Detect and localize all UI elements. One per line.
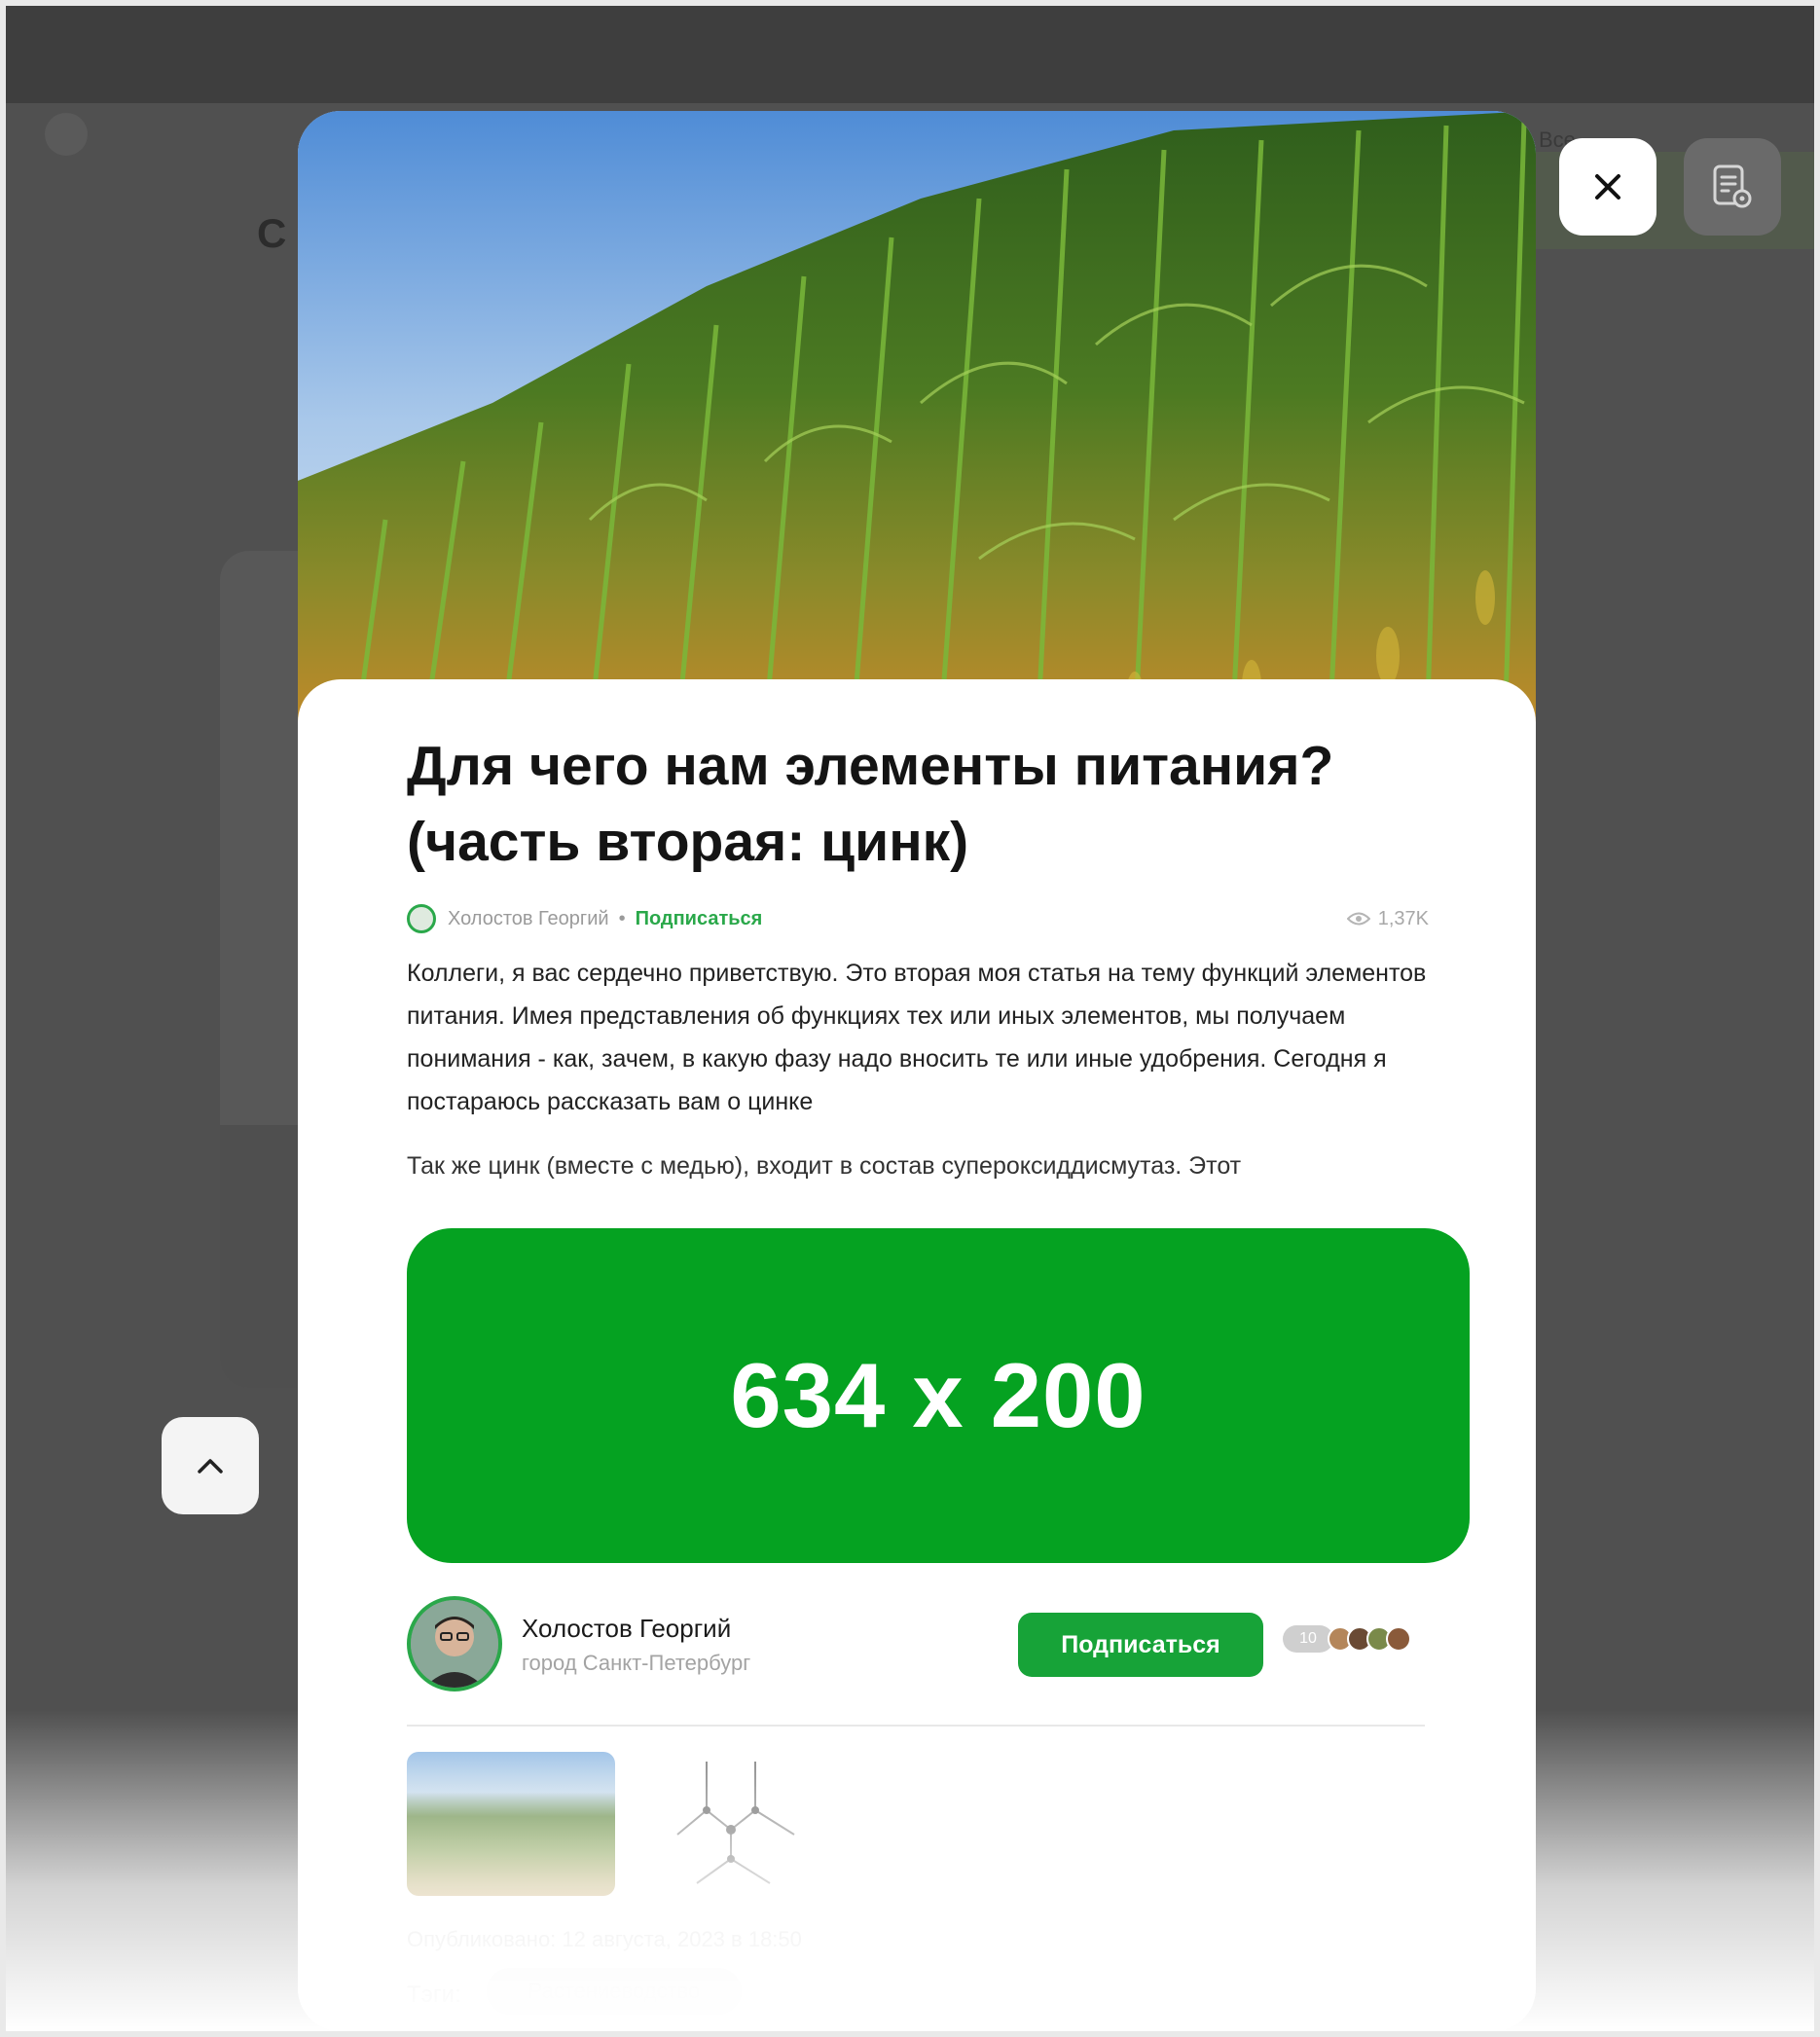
corn-field-illustration — [298, 111, 1536, 734]
subscribe-link[interactable]: Подписаться — [636, 908, 763, 930]
author-name[interactable]: Холостов Георгий — [522, 1614, 731, 1644]
gallery-thumb-corn[interactable] — [407, 1752, 615, 1896]
article-content: Для чего нам элементы питания? (часть вт… — [298, 679, 1536, 2031]
published-date: Опубликовано: 12 августа, 2023 в 18:50 — [407, 1927, 802, 1951]
author-photo-icon — [411, 1600, 498, 1688]
background-title: С — [257, 210, 287, 256]
subscribers[interactable]: 10 — [1283, 1625, 1411, 1653]
eye-icon — [1346, 912, 1370, 926]
author-city: город Санкт-Петербург — [522, 1651, 751, 1675]
article-title: Для чего нам элементы питания? (часть вт… — [407, 735, 1334, 873]
divider — [407, 1725, 1425, 1727]
chevron-up-icon — [198, 1459, 223, 1473]
gallery-thumb-molecule[interactable] — [658, 1752, 833, 1898]
subscribe-button[interactable]: Подписаться — [1018, 1613, 1263, 1677]
scroll-up-button[interactable] — [162, 1417, 259, 1514]
reader-mode-icon — [1713, 164, 1752, 208]
article-modal: Для чего нам элементы питания? (часть вт… — [298, 111, 1536, 2031]
tags-label: Тэги: — [407, 1982, 461, 2008]
article-hero-image — [298, 111, 1536, 734]
screen: С Все... Для чего нам элементы питания? … — [6, 6, 1814, 2031]
author-avatar-small[interactable] — [407, 904, 436, 933]
background-logo — [45, 113, 88, 156]
views-counter: 1,37K — [1346, 907, 1429, 930]
tag-pill[interactable]: Растениеводство — [487, 1968, 742, 2015]
subscribers-count: 10 — [1283, 1625, 1333, 1653]
article-meta: Холостов Георгий • Подписаться 1,37K — [407, 899, 1429, 938]
subscriber-avatar — [1386, 1626, 1411, 1652]
close-button[interactable] — [1559, 138, 1656, 236]
meta-separator: • — [618, 907, 626, 929]
ad-banner[interactable]: 634 x 200 — [407, 1228, 1470, 1563]
author-avatar[interactable] — [407, 1596, 502, 1691]
author-name-link[interactable]: Холостов Георгий — [448, 908, 609, 930]
reader-mode-button[interactable] — [1684, 138, 1781, 236]
views-count: 1,37K — [1377, 907, 1429, 929]
ad-banner-label: 634 x 200 — [730, 1344, 1147, 1446]
article-lead: Коллеги, я вас сердечно приветствую. Это… — [407, 960, 1427, 1115]
article-paragraph: Так же цинк (вместе с медью), входит в с… — [407, 1152, 1242, 1180]
close-icon — [1595, 174, 1620, 200]
molecule-diagram-icon — [676, 1762, 795, 1884]
author-card: Холостов Георгий город Санкт-Петербург П… — [407, 1596, 1429, 1693]
background-header — [6, 6, 1814, 103]
